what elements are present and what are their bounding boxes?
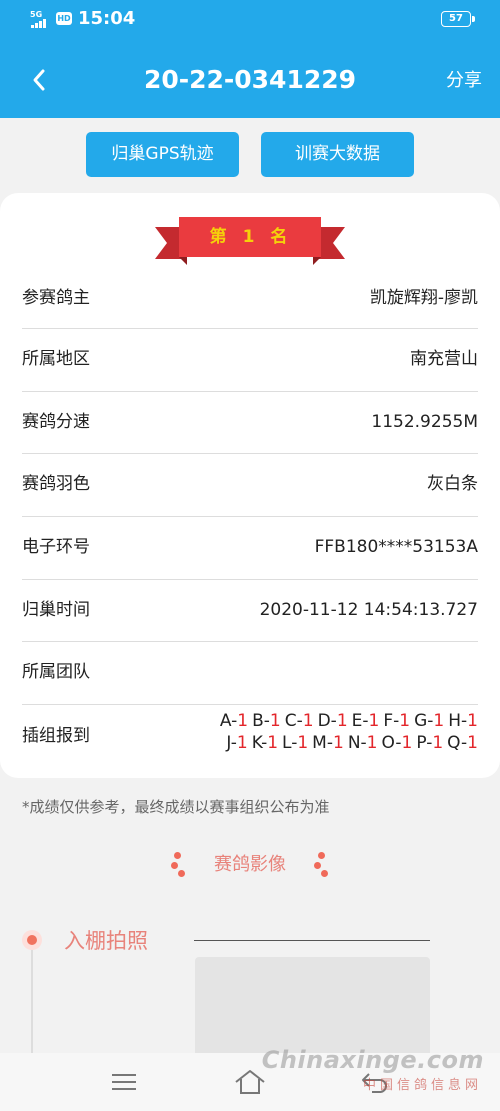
checkin-group: K- (251, 733, 268, 753)
checkin-group: M- (312, 733, 333, 753)
checkin-cell: H-1 (448, 711, 478, 731)
return-time-value: 2020-11-12 14:54:13.727 (259, 600, 478, 620)
checkin-count: 1 (401, 733, 413, 753)
checkin-cell: C-1 (285, 711, 314, 731)
images-section-header: 赛鸽影像 (160, 848, 340, 882)
menu-icon[interactable] (112, 1072, 138, 1092)
checkin-group: Q- (447, 733, 468, 753)
gps-track-button[interactable]: 归巢GPS轨迹 (86, 132, 239, 177)
detail-row-color: 赛鸽羽色 灰白条 (22, 454, 478, 517)
checkin-count: 1 (269, 711, 281, 731)
speed-label: 赛鸽分速 (22, 412, 90, 432)
checkin-cell: O-1 (382, 733, 413, 753)
ring-label: 电子环号 (22, 537, 90, 557)
checkin-group: H- (448, 711, 468, 731)
hd-badge: HD (56, 12, 72, 25)
return-time-label: 归巢时间 (22, 600, 90, 620)
checkin-cell: B-1 (252, 711, 281, 731)
owner-value: 凯旋辉翔-廖凯 (369, 288, 478, 308)
checkin-group: L- (282, 733, 298, 753)
checkin-count: 1 (297, 733, 309, 753)
disclaimer-text: *成绩仅供参考，最终成绩以赛事组织公布为准 (22, 798, 330, 816)
checkin-group: O- (381, 733, 402, 753)
checkin-cell: G-1 (414, 711, 444, 731)
team-label: 所属团队 (22, 662, 90, 682)
region-label: 所属地区 (22, 349, 90, 369)
entry-photo[interactable] (195, 957, 430, 1057)
checkin-line: J-1 K-1 L-1 M-1 N-1 O-1 P-1 Q-1 (220, 732, 478, 754)
detail-row-owner: 参赛鸽主 凯旋辉翔-廖凯 (22, 268, 478, 329)
watermark: Chinaxinge.com 中国信鸽信息网 (262, 1045, 500, 1111)
battery-icon: 57 (441, 11, 475, 27)
checkin-group: P- (416, 733, 433, 753)
checkin-group: N- (347, 733, 367, 753)
checkin-count: 1 (433, 711, 445, 731)
checkin-count: 1 (467, 733, 478, 753)
checkin-count: 1 (336, 711, 348, 731)
status-bar: 5G HD 15:04 57 (0, 0, 500, 40)
checkin-cell: P-1 (416, 733, 443, 753)
checkin-cell: J-1 (226, 733, 247, 753)
training-data-button[interactable]: 训赛大数据 (261, 132, 414, 177)
detail-row-region: 所属地区 南充营山 (22, 329, 478, 392)
checkin-count: 1 (332, 733, 344, 753)
color-value: 灰白条 (427, 474, 478, 494)
checkin-count: 1 (302, 711, 314, 731)
checkin-line: A-1 B-1 C-1 D-1 E-1 F-1 G-1 H-1 (220, 710, 478, 732)
checkin-count: 1 (366, 733, 378, 753)
detail-row-ring: 电子环号 FFB180****53153A (22, 517, 478, 580)
detail-row-speed: 赛鸽分速 1152.9255M (22, 392, 478, 454)
photo-section-title: 入棚拍照 (64, 929, 148, 953)
checkin-group: E- (351, 711, 369, 731)
checkin-count: 1 (267, 733, 279, 753)
checkin-groups: A-1 B-1 C-1 D-1 E-1 F-1 G-1 H-1 J-1 K-1 L-1 M-1 N-1… (220, 710, 478, 754)
timeline-dot-icon (22, 930, 42, 950)
checkin-cell: E-1 (352, 711, 380, 731)
checkin-group: G- (414, 711, 434, 731)
detail-row-return-time: 归巢时间 2020-11-12 14:54:13.727 (22, 580, 478, 642)
page-title: 20-22-0341229 (143, 65, 357, 94)
checkin-cell: N-1 (348, 733, 378, 753)
divider (194, 940, 430, 941)
rank-label: 第 1 名 (209, 227, 291, 247)
checkin-cell: K-1 (252, 733, 278, 753)
checkin-group: C- (284, 711, 303, 731)
checkin-count: 1 (237, 711, 249, 731)
checkin-count: 1 (399, 711, 411, 731)
status-time: 15:04 (78, 8, 136, 29)
detail-row-checkin: 插组报到 A-1 B-1 C-1 D-1 E-1 F-1 G-1 H-1 J-1 K-1 L-1 M… (22, 705, 478, 765)
checkin-cell: Q-1 (447, 733, 478, 753)
watermark-logo: Chinaxinge.com (261, 1046, 484, 1074)
checkin-label: 插组报到 (22, 726, 90, 746)
detail-row-team: 所属团队 (22, 642, 478, 705)
checkin-cell: L-1 (282, 733, 308, 753)
speed-value: 1152.9255M (371, 412, 478, 432)
checkin-count: 1 (467, 711, 478, 731)
ring-value: FFB180****53153A (314, 537, 478, 557)
signal-icon (31, 18, 47, 28)
app-header: 5G HD 15:04 57 20-22-0341229 分享 (0, 0, 500, 118)
dots-icon (314, 852, 328, 880)
timeline-line (31, 944, 33, 1054)
checkin-group: B- (252, 711, 270, 731)
checkin-cell: M-1 (312, 733, 344, 753)
watermark-subtitle: 中国信鸽信息网 (362, 1078, 482, 1093)
checkin-group: D- (317, 711, 337, 731)
checkin-cell: F-1 (383, 711, 410, 731)
checkin-cell: A-1 (220, 711, 248, 731)
checkin-cell: D-1 (318, 711, 348, 731)
owner-label: 参赛鸽主 (22, 288, 90, 308)
checkin-count: 1 (236, 733, 248, 753)
chevron-left-icon[interactable] (28, 67, 52, 93)
checkin-group: F- (383, 711, 400, 731)
region-value: 南充营山 (410, 349, 478, 369)
checkin-group: A- (219, 711, 238, 731)
checkin-group: J- (226, 733, 237, 753)
checkin-count: 1 (368, 711, 380, 731)
images-section-title: 赛鸽影像 (214, 854, 286, 875)
share-button[interactable]: 分享 (446, 69, 482, 93)
checkin-count: 1 (432, 733, 444, 753)
color-label: 赛鸽羽色 (22, 474, 90, 494)
